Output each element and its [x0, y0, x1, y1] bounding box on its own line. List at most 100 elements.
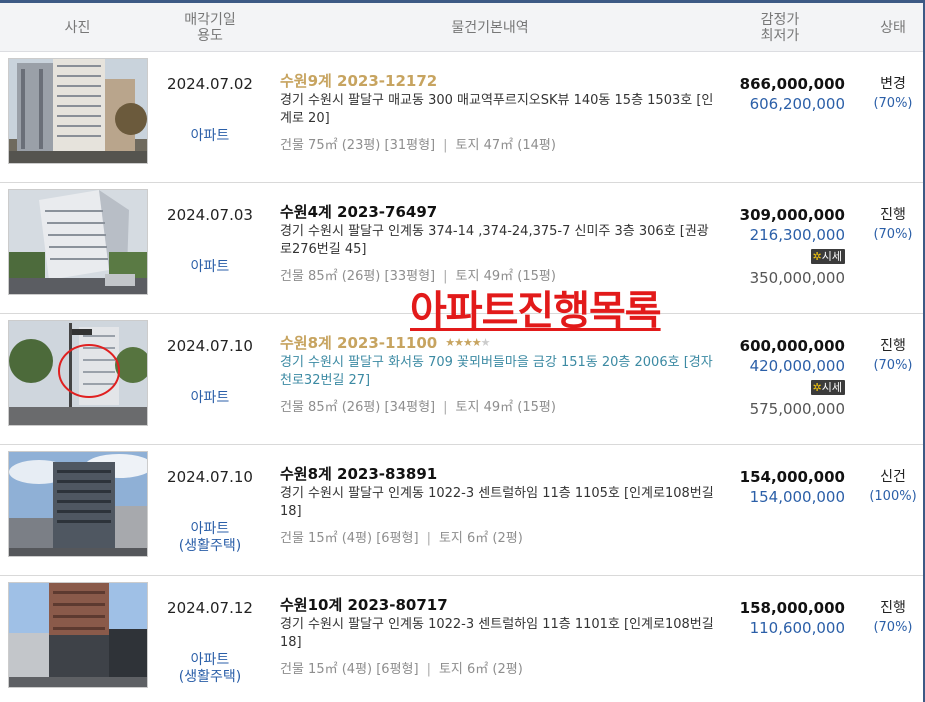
- usage-label: 아파트: [190, 390, 230, 406]
- minimum-price: 216,300,000: [749, 226, 845, 244]
- appraisal-price: 866,000,000: [739, 75, 845, 93]
- case-number[interactable]: 수원8계 2023-83891: [280, 463, 720, 483]
- status-percent: (70%): [873, 96, 913, 111]
- status-percent: (100%): [869, 489, 917, 504]
- area-info: 건물 85㎡ (26평) [34평형] | 토지 49㎡ (15평): [280, 396, 720, 415]
- property-info: 수원8계 2023-11100 ★★★★★ 경기 수원시 팔달구 화서동 709 …: [280, 332, 720, 416]
- building-area: 건물 85㎡ (26평) [34평형]: [280, 400, 436, 415]
- appraisal-price: 158,000,000: [739, 599, 845, 617]
- overlay-title: 아파트진행목록: [410, 288, 662, 334]
- usage-sublabel: (생활주택): [178, 538, 242, 554]
- appraisal-price: 309,000,000: [739, 206, 845, 224]
- divider: |: [443, 138, 448, 153]
- header-price-line2: 최저가: [760, 27, 800, 44]
- table-row[interactable]: 2024.07.10 아파트 (생활주택) 수원8계 2023-83891 경기…: [0, 445, 923, 576]
- address: 경기 수원시 팔달구 매교동 300 매교역푸르지오SK뷰 140동 15층 1…: [280, 93, 714, 126]
- status-percent: (70%): [873, 620, 913, 635]
- area-info: 건물 15㎡ (4평) [6평형] | 토지 6㎡ (2평): [280, 658, 720, 677]
- appraisal-price: 600,000,000: [739, 337, 845, 355]
- property-info: 수원4계 2023-76497 경기 수원시 팔달구 인계동 374-14 ,3…: [280, 201, 720, 285]
- minimum-price: 420,000,000: [749, 357, 845, 375]
- building-area: 건물 15㎡ (4평) [6평형]: [280, 662, 419, 677]
- status: 신건 (100%): [848, 467, 925, 507]
- sparkle-icon: ✲: [812, 250, 822, 263]
- property-info: 수원9계 2023-12172 경기 수원시 팔달구 매교동 300 매교역푸르…: [280, 70, 720, 154]
- minimum-price: 110,600,000: [749, 619, 845, 637]
- status-text: 신건: [880, 469, 906, 485]
- minimum-price: 154,000,000: [749, 488, 845, 506]
- area-info: 건물 85㎡ (26평) [33평형] | 토지 49㎡ (15평): [280, 265, 720, 284]
- status-text: 진행: [880, 338, 906, 354]
- case-number[interactable]: 수원9계 2023-12172: [280, 70, 720, 90]
- divider: |: [426, 662, 431, 677]
- stars-off: ★: [480, 335, 491, 349]
- usage-label: 아파트: [190, 652, 230, 668]
- market-price: 575,000,000: [749, 400, 845, 418]
- header-photo: 사진: [64, 19, 91, 36]
- building-area: 건물 75㎡ (23평) [31평형]: [280, 138, 436, 153]
- usage-type[interactable]: 아파트: [160, 259, 260, 276]
- market-price-badge[interactable]: ✲시세: [810, 249, 845, 264]
- prices: 154,000,000 154,000,000: [720, 467, 845, 507]
- address: 경기 수원시 팔달구 화서동 709 꽃뫼버들마을 금강 151동 20층 20…: [280, 355, 713, 388]
- header-date-line1: 매각기일: [184, 11, 236, 28]
- usage-label: 아파트: [190, 259, 230, 275]
- case-number-text: 수원4계 2023-76497: [280, 202, 438, 221]
- land-area: 토지 47㎡ (14평): [455, 138, 556, 153]
- prices: 866,000,000 606,200,000: [720, 74, 845, 114]
- status: 진행 (70%): [848, 205, 925, 245]
- prices: 600,000,000 420,000,000 ✲시세 575,000,000: [720, 336, 845, 419]
- header-date-line2: 용도: [197, 27, 223, 44]
- market-badge-wrap: ✲시세: [720, 376, 845, 395]
- market-badge-label: 시세: [821, 381, 842, 394]
- divider: |: [443, 269, 448, 284]
- property-photo[interactable]: [8, 58, 148, 164]
- market-price-badge[interactable]: ✲시세: [810, 380, 845, 395]
- address: 경기 수원시 팔달구 인계동 1022-3 센트럴하임 11층 1101호 [인…: [280, 617, 714, 650]
- divider: |: [426, 531, 431, 546]
- table-header: 사진 매각기일 용도 물건기본내역 감정가 최저가 상태: [0, 3, 923, 52]
- property-info: 수원8계 2023-83891 경기 수원시 팔달구 인계동 1022-3 센트…: [280, 463, 720, 547]
- property-photo[interactable]: [8, 451, 148, 557]
- status-text: 진행: [880, 600, 906, 616]
- case-number-text: 수원8계 2023-83891: [280, 464, 438, 483]
- sale-date: 2024.07.02: [167, 75, 253, 93]
- property-photo[interactable]: [8, 320, 148, 426]
- case-number[interactable]: 수원8계 2023-11100 ★★★★★: [280, 332, 720, 352]
- property-info: 수원10계 2023-80717 경기 수원시 팔달구 인계동 1022-3 센…: [280, 594, 720, 678]
- stars-on: ★★★★: [445, 335, 481, 349]
- usage-type[interactable]: 아파트 (생활주택): [160, 521, 260, 555]
- status-text: 진행: [880, 207, 906, 223]
- header-date-usage: 매각기일 용도: [160, 3, 260, 52]
- case-number-text: 수원9계 2023-12172: [280, 71, 438, 90]
- land-area: 토지 6㎡ (2평): [438, 531, 523, 546]
- usage-type[interactable]: 아파트: [160, 128, 260, 145]
- case-number[interactable]: 수원4계 2023-76497: [280, 201, 720, 221]
- land-area: 토지 49㎡ (15평): [455, 269, 556, 284]
- status: 진행 (70%): [848, 598, 925, 638]
- usage-type[interactable]: 아파트 (생활주택): [160, 652, 260, 686]
- case-number-text: 수원10계 2023-80717: [280, 595, 448, 614]
- table-row[interactable]: 2024.07.02 아파트 수원9계 2023-12172 경기 수원시 팔달…: [0, 52, 923, 183]
- case-number[interactable]: 수원10계 2023-80717: [280, 594, 720, 614]
- sale-date: 2024.07.03: [167, 206, 253, 224]
- building-area: 건물 15㎡ (4평) [6평형]: [280, 531, 419, 546]
- appraisal-price: 154,000,000: [739, 468, 845, 486]
- land-area: 토지 6㎡ (2평): [438, 662, 523, 677]
- prices: 309,000,000 216,300,000 ✲시세 350,000,000: [720, 205, 845, 288]
- property-photo[interactable]: [8, 189, 148, 295]
- address: 경기 수원시 팔달구 인계동 374-14 ,374-24,375-7 신미주 …: [280, 224, 709, 257]
- sale-date: 2024.07.10: [167, 337, 253, 355]
- table-row[interactable]: 2024.07.12 아파트 (생활주택) 수원10계 2023-80717 경…: [0, 576, 923, 702]
- sparkle-icon: ✲: [812, 381, 822, 394]
- market-price: 350,000,000: [749, 269, 845, 287]
- sale-date: 2024.07.10: [167, 468, 253, 486]
- building-area: 건물 85㎡ (26평) [33평형]: [280, 269, 436, 284]
- usage-type[interactable]: 아파트: [160, 390, 260, 407]
- property-photo[interactable]: [8, 582, 148, 688]
- status: 변경 (70%): [848, 74, 925, 114]
- usage-label: 아파트: [190, 128, 230, 144]
- status-percent: (70%): [873, 227, 913, 242]
- area-info: 건물 15㎡ (4평) [6평형] | 토지 6㎡ (2평): [280, 527, 720, 546]
- address: 경기 수원시 팔달구 인계동 1022-3 센트럴하임 11층 1105호 [인…: [280, 486, 714, 519]
